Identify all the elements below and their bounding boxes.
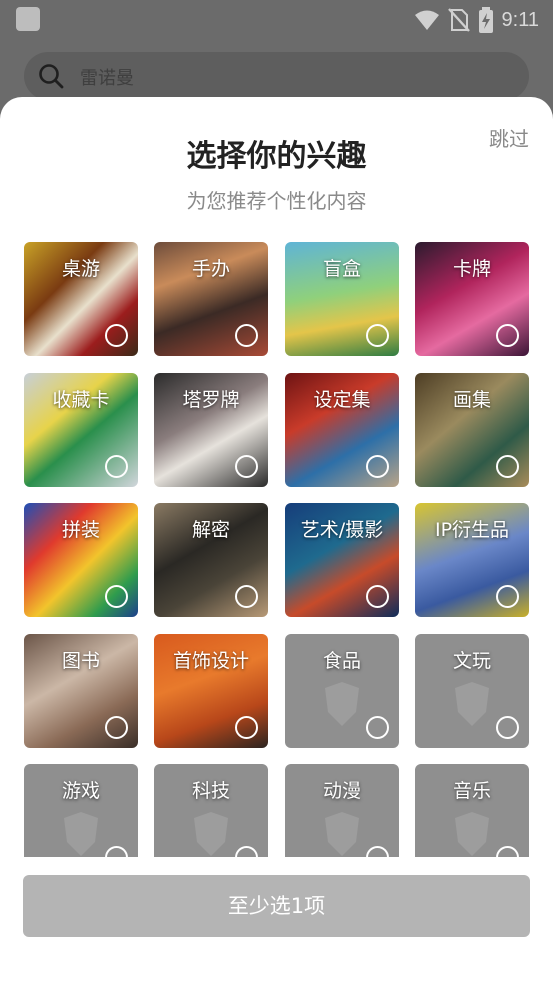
select-circle-icon[interactable] bbox=[366, 585, 389, 608]
interest-tile[interactable]: 解密 bbox=[154, 503, 268, 617]
select-circle-icon[interactable] bbox=[366, 324, 389, 347]
select-circle-icon[interactable] bbox=[235, 585, 258, 608]
interest-label: 文玩 bbox=[452, 650, 491, 672]
interest-label: 图书 bbox=[61, 650, 100, 672]
battery-charging-icon bbox=[478, 7, 493, 33]
interest-label: IP衍生品 bbox=[434, 519, 510, 541]
interest-label: 卡牌 bbox=[452, 258, 491, 280]
select-circle-icon[interactable] bbox=[235, 716, 258, 739]
interest-label: 画集 bbox=[452, 389, 491, 411]
interest-tile[interactable]: 桌游 bbox=[24, 242, 138, 356]
interest-tile[interactable]: 文玩 bbox=[415, 634, 529, 748]
select-circle-icon[interactable] bbox=[496, 455, 519, 478]
interest-tile[interactable]: 卡牌 bbox=[415, 242, 529, 356]
search-icon bbox=[39, 64, 64, 89]
interest-label: 音乐 bbox=[452, 780, 491, 802]
interest-label: 手办 bbox=[191, 258, 230, 280]
placeholder-icon bbox=[455, 812, 489, 856]
status-bar: 9:11 bbox=[0, 0, 553, 40]
interest-label: 食品 bbox=[322, 650, 361, 672]
select-circle-icon[interactable] bbox=[105, 585, 128, 608]
interest-tile[interactable]: 设定集 bbox=[285, 373, 399, 487]
interest-tile[interactable]: 食品 bbox=[285, 634, 399, 748]
placeholder-icon bbox=[325, 682, 359, 726]
placeholder-icon bbox=[194, 812, 228, 856]
select-circle-icon[interactable] bbox=[235, 455, 258, 478]
interest-tile[interactable]: 收藏卡 bbox=[24, 373, 138, 487]
interest-tile[interactable]: 盲盒 bbox=[285, 242, 399, 356]
select-circle-icon[interactable] bbox=[366, 455, 389, 478]
interest-tile[interactable]: 画集 bbox=[415, 373, 529, 487]
search-bar[interactable]: 雷诺曼 bbox=[24, 52, 529, 100]
interest-tile[interactable]: 塔罗牌 bbox=[154, 373, 268, 487]
select-circle-icon[interactable] bbox=[105, 716, 128, 739]
select-circle-icon[interactable] bbox=[105, 324, 128, 347]
select-circle-icon[interactable] bbox=[105, 455, 128, 478]
interest-label: 塔罗牌 bbox=[182, 389, 240, 411]
interest-tile[interactable]: 图书 bbox=[24, 634, 138, 748]
interest-label: 解密 bbox=[191, 519, 230, 541]
select-circle-icon[interactable] bbox=[366, 716, 389, 739]
placeholder-icon bbox=[325, 812, 359, 856]
select-circle-icon[interactable] bbox=[496, 716, 519, 739]
status-icons: 9:11 bbox=[414, 6, 539, 34]
interest-tile[interactable]: 艺术/摄影 bbox=[285, 503, 399, 617]
interest-label: 收藏卡 bbox=[52, 389, 110, 411]
interest-tile[interactable]: 手办 bbox=[154, 242, 268, 356]
interest-label: 设定集 bbox=[313, 389, 371, 411]
interest-tile[interactable]: 拼装 bbox=[24, 503, 138, 617]
sheet-title: 选择你的兴趣 bbox=[186, 139, 367, 174]
no-sim-icon bbox=[447, 8, 470, 32]
interest-tile[interactable]: 首饰设计 bbox=[154, 634, 268, 748]
interest-label: 拼装 bbox=[61, 519, 100, 541]
select-circle-icon[interactable] bbox=[496, 585, 519, 608]
interest-label: 科技 bbox=[191, 780, 230, 802]
interest-label: 首饰设计 bbox=[172, 650, 249, 672]
sheet-subtitle: 为您推荐个性化内容 bbox=[186, 189, 367, 213]
interest-label: 动漫 bbox=[322, 780, 361, 802]
placeholder-icon bbox=[455, 682, 489, 726]
select-circle-icon[interactable] bbox=[235, 324, 258, 347]
interest-label: 桌游 bbox=[61, 258, 100, 280]
clock: 9:11 bbox=[501, 8, 539, 31]
wifi-icon bbox=[414, 10, 439, 30]
interest-label: 游戏 bbox=[61, 780, 100, 802]
placeholder-icon bbox=[64, 812, 98, 856]
submit-button[interactable]: 至少选1项 bbox=[23, 875, 530, 937]
interest-label: 盲盒 bbox=[322, 258, 361, 280]
interest-label: 艺术/摄影 bbox=[300, 519, 384, 541]
app-notification-icon bbox=[16, 7, 40, 31]
search-input[interactable]: 雷诺曼 bbox=[80, 64, 134, 90]
select-circle-icon[interactable] bbox=[496, 324, 519, 347]
interest-tile[interactable]: IP衍生品 bbox=[415, 503, 529, 617]
interest-selection-sheet: 跳过 选择你的兴趣 为您推荐个性化内容 桌游 手办 盲盒 卡牌 收藏卡 塔罗牌 设定集 画集拼… bbox=[0, 97, 553, 983]
